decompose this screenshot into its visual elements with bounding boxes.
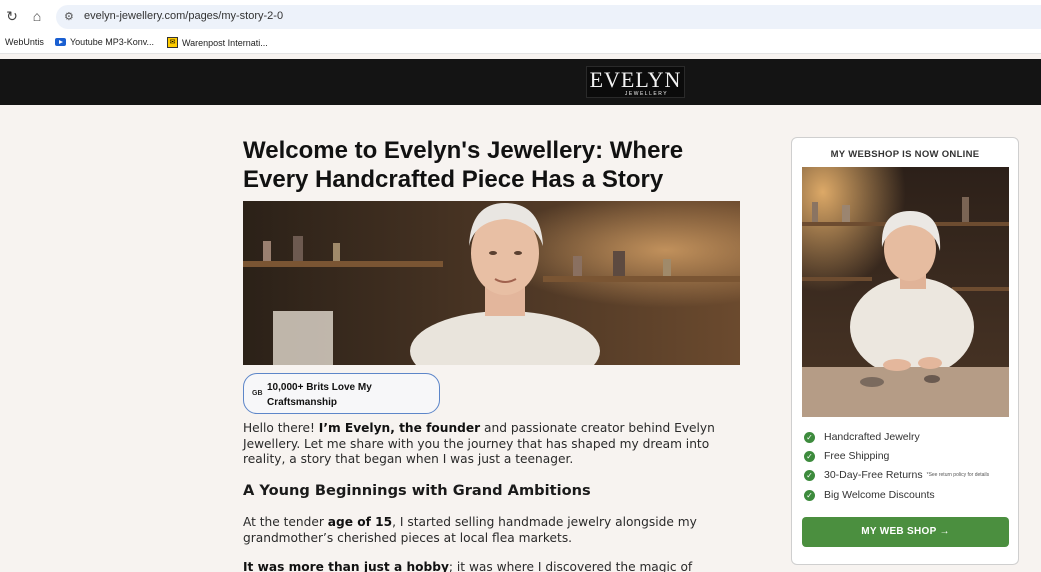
video-icon [55,38,66,46]
site-logo[interactable]: EVELYN JEWELLERY [586,66,685,98]
address-bar[interactable]: ⚙ evelyn-jewellery.com/pages/my-story-2-… [56,5,1041,29]
bookmark-youtube-mp3[interactable]: Youtube MP3-Konv... [55,37,154,47]
page-title: Welcome to Evelyn's Jewellery: Where Eve… [243,137,684,193]
web-shop-button[interactable]: MY WEB SHOP → [802,517,1009,547]
story-bold: age of 15 [327,515,393,529]
feature-label: Free Shipping [824,450,890,462]
site-info-icon[interactable]: ⚙ [64,10,78,24]
check-circle-icon: ✓ [804,489,815,501]
social-proof-badge: GB 10,000+ Brits Love My Craftsmanship [243,373,440,414]
feature-label: 30-Day-Free Returns [824,469,923,481]
url-text: evelyn-jewellery.com/pages/my-story-2-0 [84,10,284,22]
feature-label: Big Welcome Discounts [824,489,935,501]
gb-flag-icon: GB [252,390,263,397]
story-text-1: At the tender [243,515,328,529]
intro-paragraph: Hello there! I’m Evelyn, the founder and… [243,421,743,468]
browser-toolbar: ↻ ⌂ ⚙ evelyn-jewellery.com/pages/my-stor… [0,0,1041,33]
site-header: EVELYN JEWELLERY [0,59,1041,105]
card-image [802,167,1009,417]
bookmarks-bar: WebUntis Youtube MP3-Konv... ✉ Warenpost… [0,33,1041,54]
check-circle-icon: ✓ [804,469,815,481]
bookmark-label: WebUntis [5,37,44,47]
post-horn-icon: ✉ [167,37,178,48]
intro-bold: I’m Evelyn, the founder [318,421,481,435]
badge-text: 10,000+ Brits Love My Craftsmanship [267,382,372,408]
feature-label: Handcrafted Jewelry [824,431,920,443]
webshop-promo-card: MY WEBSHOP IS NOW ONLINE ✓ Handcrafted J… [791,137,1019,565]
feature-note: *See return policy for details [926,472,990,478]
bookmark-label: Warenpost Internati... [182,37,268,48]
feature-welcome-discounts: ✓ Big Welcome Discounts [804,489,935,501]
bookmark-warenpost[interactable]: ✉ Warenpost Internati... [167,37,268,48]
hero-image [243,201,740,365]
story-paragraph: At the tender age of 15, I started selli… [243,515,743,546]
jeweller-at-work-image [802,167,1009,417]
home-icon[interactable]: ⌂ [29,8,45,24]
card-title: MY WEBSHOP IS NOW ONLINE [830,149,980,160]
intro-text-1: Hello there! [243,421,319,435]
check-circle-icon: ✓ [804,450,815,462]
founder-portrait-image [243,201,740,365]
feature-handcrafted: ✓ Handcrafted Jewelry [804,431,920,443]
hobby-paragraph: It was more than just a hobby; it was wh… [243,560,743,572]
section-heading: A Young Beginnings with Grand Ambitions [243,482,591,499]
hobby-bold: It was more than just a hobby [243,560,449,572]
logo-wordmark: EVELYN [589,67,682,92]
bookmark-webuntis[interactable]: WebUntis [5,37,44,47]
feature-free-shipping: ✓ Free Shipping [804,450,889,462]
bookmark-label: Youtube MP3-Konv... [70,37,155,47]
feature-free-returns: ✓ 30-Day-Free Returns *See return policy… [804,469,989,481]
reload-icon[interactable]: ↻ [4,8,20,24]
check-circle-icon: ✓ [804,431,815,443]
